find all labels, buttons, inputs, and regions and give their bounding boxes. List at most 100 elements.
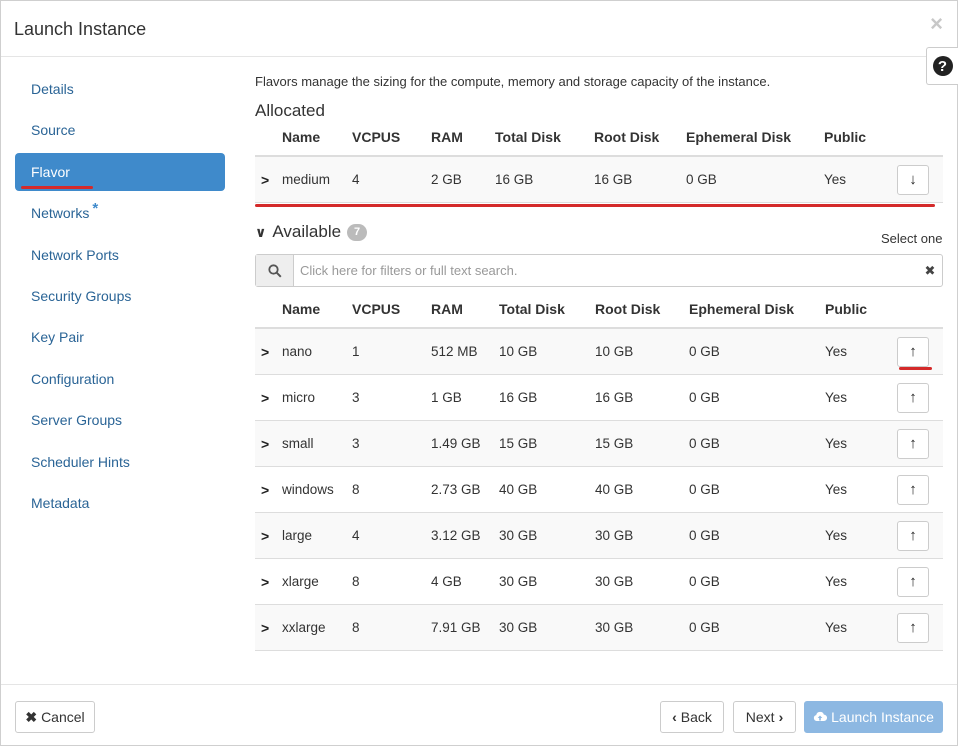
cell-total-disk: 16 GB <box>499 374 595 421</box>
column-header-ram[interactable]: RAM <box>431 291 499 329</box>
allocate-button[interactable]: ↑ <box>897 428 929 459</box>
chevron-right-icon[interactable]: > <box>261 390 269 406</box>
cell-name: xlarge <box>282 558 352 605</box>
column-header-name[interactable]: Name <box>282 291 352 329</box>
sidebar-item-label: Networks <box>31 205 90 222</box>
chevron-right-icon[interactable]: > <box>261 172 269 188</box>
table-row: > windows 8 2.73 GB 40 GB 40 GB 0 GB Yes… <box>255 466 943 513</box>
cell-public: Yes <box>825 558 897 605</box>
allocate-button[interactable]: ↑ <box>897 612 929 643</box>
cell-vcpus: 8 <box>352 558 431 605</box>
column-header-total-disk[interactable]: Total Disk <box>499 291 595 329</box>
launch-label: Launch Instance <box>831 709 934 725</box>
sidebar-item-source[interactable]: Source <box>15 111 225 149</box>
arrow-up-icon: ↑ <box>909 573 917 590</box>
allocate-button[interactable]: ↑ <box>897 566 929 597</box>
cell-public: Yes <box>825 512 897 559</box>
column-header-name[interactable]: Name <box>282 119 352 157</box>
cell-public: Yes <box>825 374 897 421</box>
sidebar-item-metadata[interactable]: Metadata <box>15 484 225 522</box>
allocated-table: Name VCPUS RAM Total Disk Root Disk Ephe… <box>255 119 943 203</box>
annotation-underline-nano <box>899 367 932 370</box>
cell-vcpus: 3 <box>352 374 431 421</box>
allocate-button[interactable]: ↑ <box>897 474 929 505</box>
cell-ephemeral-disk: 0 GB <box>689 374 825 421</box>
cloud-upload-icon <box>813 709 828 725</box>
sidebar-item-label: Security Groups <box>31 287 132 304</box>
cell-ram: 2 GB <box>431 156 495 203</box>
column-header-root-disk[interactable]: Root Disk <box>594 119 686 157</box>
sidebar-item-networks[interactable]: Networks * <box>15 194 225 232</box>
arrow-up-icon: ↑ <box>909 343 917 360</box>
sidebar-item-scheduler-hints[interactable]: Scheduler Hints <box>15 443 225 481</box>
deallocate-button[interactable]: ↓ <box>897 164 929 195</box>
chevron-right-icon[interactable]: > <box>261 620 269 636</box>
back-button[interactable]: ‹ Back <box>660 701 724 733</box>
allocate-button[interactable]: ↑ <box>897 520 929 551</box>
next-button[interactable]: Next › <box>733 701 796 733</box>
sidebar-item-details[interactable]: Details <box>15 70 225 108</box>
sidebar-item-security-groups[interactable]: Security Groups <box>15 277 225 315</box>
chevron-right-icon[interactable]: > <box>261 436 269 452</box>
arrow-up-icon: ↑ <box>909 389 917 406</box>
sidebar-item-label: Key Pair <box>31 329 84 346</box>
cell-root-disk: 16 GB <box>594 156 686 203</box>
sidebar-item-configuration[interactable]: Configuration <box>15 360 225 398</box>
cell-ram: 3.12 GB <box>431 512 499 559</box>
launch-instance-button[interactable]: Launch Instance <box>804 701 943 733</box>
arrow-up-icon: ↑ <box>909 481 917 498</box>
available-table: Name VCPUS RAM Total Disk Root Disk Ephe… <box>255 291 943 651</box>
chevron-right-icon[interactable]: > <box>261 482 269 498</box>
chevron-right-icon[interactable]: > <box>261 528 269 544</box>
column-header-public[interactable]: Public <box>825 291 897 329</box>
sidebar-item-server-groups[interactable]: Server Groups <box>15 401 225 439</box>
column-header-total-disk[interactable]: Total Disk <box>495 119 594 157</box>
dialog-footer: ✖ Cancel ‹ Back Next › Launch Instance <box>1 684 957 746</box>
cancel-label: Cancel <box>41 709 85 725</box>
search-input[interactable] <box>294 255 918 286</box>
cell-name: xxlarge <box>282 604 352 651</box>
cell-public: Yes <box>825 420 897 467</box>
close-icon[interactable]: × <box>930 11 943 37</box>
column-header-public[interactable]: Public <box>824 119 897 157</box>
cell-total-disk: 16 GB <box>495 156 594 203</box>
clear-search-icon[interactable]: ✖ <box>918 255 942 286</box>
help-button[interactable]: ? <box>926 47 958 85</box>
arrow-up-icon: ↑ <box>909 527 917 544</box>
sidebar-item-label: Configuration <box>31 370 115 387</box>
sidebar-item-label: Network Ports <box>31 246 119 263</box>
sidebar-item-network-ports[interactable]: Network Ports <box>15 236 225 274</box>
chevron-right-icon[interactable]: > <box>261 574 269 590</box>
cell-ephemeral-disk: 0 GB <box>689 512 825 559</box>
next-label: Next <box>745 709 775 725</box>
cell-ephemeral-disk: 0 GB <box>689 466 825 513</box>
allocated-title: Allocated <box>255 101 325 120</box>
cell-root-disk: 16 GB <box>595 374 689 421</box>
cell-ephemeral-disk: 0 GB <box>686 156 824 203</box>
table-row: > large 4 3.12 GB 30 GB 30 GB 0 GB Yes ↑ <box>255 512 943 559</box>
cell-total-disk: 30 GB <box>499 604 595 651</box>
column-header-root-disk[interactable]: Root Disk <box>595 291 689 329</box>
column-header-ram[interactable]: RAM <box>431 119 495 157</box>
table-row: > nano 1 512 MB 10 GB 10 GB 0 GB Yes ↑ <box>255 328 943 375</box>
table-header-row: Name VCPUS RAM Total Disk Root Disk Ephe… <box>255 119 943 157</box>
table-row: > small 3 1.49 GB 15 GB 15 GB 0 GB Yes ↑ <box>255 420 943 467</box>
sidebar-item-key-pair[interactable]: Key Pair <box>15 318 225 356</box>
column-header-ephemeral-disk[interactable]: Ephemeral Disk <box>689 291 825 329</box>
cancel-button[interactable]: ✖ Cancel <box>15 701 95 733</box>
cell-ephemeral-disk: 0 GB <box>689 328 825 375</box>
cell-public: Yes <box>825 604 897 651</box>
table-row: > xxlarge 8 7.91 GB 30 GB 30 GB 0 GB Yes… <box>255 604 943 651</box>
available-toggle[interactable]: ∨ Available 7 <box>255 222 368 242</box>
sidebar-item-label: Server Groups <box>31 412 123 429</box>
cell-root-disk: 15 GB <box>595 420 689 467</box>
back-label: Back <box>680 709 712 725</box>
cell-vcpus: 4 <box>352 512 431 559</box>
column-header-vcpus[interactable]: VCPUS <box>352 291 431 329</box>
allocate-button[interactable]: ↑ <box>897 382 929 413</box>
allocate-button[interactable]: ↑ <box>897 336 929 367</box>
cell-vcpus: 8 <box>352 466 431 513</box>
chevron-right-icon[interactable]: > <box>261 344 269 360</box>
column-header-ephemeral-disk[interactable]: Ephemeral Disk <box>686 119 824 157</box>
column-header-vcpus[interactable]: VCPUS <box>352 119 431 157</box>
